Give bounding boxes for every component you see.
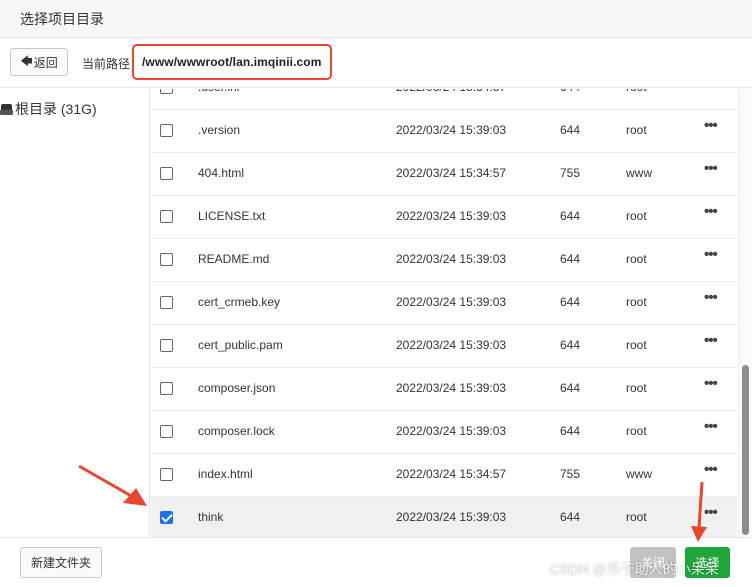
back-button[interactable]: 🡄 返回	[10, 48, 68, 76]
file-modified-time: 2022/03/24 15:34:57	[396, 467, 507, 481]
row-checkbox[interactable]	[160, 253, 173, 266]
file-row[interactable]: index.html 2022/03/24 15:34:57 755 www •••	[151, 454, 737, 497]
row-checkbox[interactable]	[160, 296, 173, 309]
file-row[interactable]: think 2022/03/24 15:39:03 644 root •••	[151, 497, 737, 537]
file-owner: root	[626, 252, 647, 266]
path-bar: 🡄 返回 当前路径： /www/wwwroot/lan.imqinii.com	[0, 38, 752, 88]
row-checkbox[interactable]	[160, 210, 173, 223]
file-modified-time: 2022/03/24 15:34:57	[396, 89, 506, 94]
path-display[interactable]: /www/wwwroot/lan.imqinii.com	[132, 44, 332, 80]
file-permission: 644	[560, 209, 581, 223]
file-modified-time: 2022/03/24 15:39:03	[396, 424, 507, 438]
dialog-titlebar: 选择项目目录	[0, 0, 752, 38]
arrow-left-icon: 🡄	[20, 53, 33, 68]
file-row[interactable]: composer.lock 2022/03/24 15:39:03 644 root •…	[151, 411, 737, 454]
scrollbar[interactable]	[738, 89, 752, 537]
file-row[interactable]: cert_crmeb.key 2022/03/24 15:39:03 644 root…	[151, 282, 737, 325]
file-name: cert_crmeb.key	[198, 295, 281, 309]
hard-drive-icon	[0, 103, 13, 115]
file-permission: 644	[560, 123, 581, 137]
more-options-icon[interactable]: •••	[704, 375, 718, 392]
file-name: 404.html	[198, 166, 245, 180]
file-name: index.html	[198, 467, 253, 481]
watermark: CSDN @乐于助人的小呆呆	[549, 561, 719, 577]
file-modified-time: 2022/03/24 15:39:03	[396, 510, 507, 524]
row-checkbox[interactable]	[160, 339, 173, 352]
file-name: composer.json	[198, 381, 276, 395]
file-owner: root	[626, 510, 647, 524]
file-permission: 644	[560, 252, 581, 266]
file-modified-time: 2022/03/24 15:39:03	[396, 123, 507, 137]
row-checkbox[interactable]	[160, 89, 173, 94]
sidebar-item-label: 根目录 (31G)	[15, 101, 97, 117]
file-modified-time: 2022/03/24 15:39:03	[396, 295, 507, 309]
file-row[interactable]: composer.json 2022/03/24 15:39:03 644 root •…	[151, 368, 737, 411]
more-options-icon[interactable]: •••	[704, 504, 718, 521]
file-modified-time: 2022/03/24 15:39:03	[396, 209, 507, 223]
more-options-icon[interactable]: •••	[704, 418, 718, 435]
sidebar: 根目录 (31G)	[0, 89, 150, 537]
more-options-icon[interactable]: •••	[704, 160, 718, 177]
back-button-label: 返回	[33, 55, 58, 70]
more-options-icon[interactable]: •••	[704, 246, 718, 263]
more-options-icon[interactable]: •••	[704, 203, 718, 220]
row-checkbox[interactable]	[160, 124, 173, 137]
path-value: /www/wwwroot/lan.imqinii.com	[142, 55, 322, 69]
file-row[interactable]: cert_public.pam 2022/03/24 15:39:03 644 roo…	[151, 325, 737, 368]
file-name: composer.lock	[198, 424, 275, 438]
file-permission: 644	[560, 424, 581, 438]
file-row[interactable]: 404.html 2022/03/24 15:34:57 755 www •••	[151, 153, 737, 196]
file-permission: 644	[560, 381, 581, 395]
file-row[interactable]: LICENSE.txt 2022/03/24 15:39:03 644 root •••	[151, 196, 737, 239]
file-owner: root	[626, 381, 647, 395]
file-owner: root	[626, 424, 647, 438]
more-options-icon[interactable]: •••	[704, 461, 718, 478]
file-permission: 644	[560, 510, 581, 524]
file-permission: 755	[560, 467, 581, 481]
more-options-icon[interactable]: •••	[704, 89, 718, 91]
row-checkbox[interactable]	[160, 511, 173, 524]
row-checkbox[interactable]	[160, 425, 173, 438]
file-modified-time: 2022/03/24 15:39:03	[396, 252, 507, 266]
file-row[interactable]: README.md 2022/03/24 15:39:03 644 root •••	[151, 239, 737, 282]
file-permission: 644	[560, 338, 581, 352]
file-name: README.md	[198, 252, 270, 266]
file-owner: root	[626, 209, 647, 223]
file-owner: www	[626, 166, 652, 180]
more-options-icon[interactable]: •••	[704, 289, 718, 306]
file-modified-time: 2022/03/24 15:34:57	[396, 166, 507, 180]
file-permission: 644	[560, 89, 580, 94]
file-row[interactable]: .version 2022/03/24 15:39:03 644 root •••	[151, 110, 737, 153]
row-checkbox[interactable]	[160, 382, 173, 395]
more-options-icon[interactable]: •••	[704, 117, 718, 134]
file-name: LICENSE.txt	[198, 209, 266, 223]
file-owner: root	[626, 123, 647, 137]
file-permission: 755	[560, 166, 581, 180]
row-checkbox[interactable]	[160, 167, 173, 180]
file-modified-time: 2022/03/24 15:39:03	[396, 381, 507, 395]
file-owner: root	[626, 295, 647, 309]
file-permission: 644	[560, 295, 581, 309]
scrollbar-thumb[interactable]	[742, 365, 749, 535]
dialog-title: 选择项目目录	[20, 11, 104, 27]
file-name: .user.ini	[198, 89, 239, 94]
file-list: .user.ini2022/03/24 15:34:57644root•••.v…	[151, 89, 737, 537]
file-name: cert_public.pam	[198, 338, 283, 352]
file-name: .version	[198, 123, 241, 137]
sidebar-item-root[interactable]: 根目录 (31G)	[0, 99, 97, 119]
file-row[interactable]: .user.ini 2022/03/24 15:34:57 644 root •••	[151, 89, 737, 110]
file-owner: root	[626, 338, 647, 352]
new-folder-button[interactable]: 新建文件夹	[20, 547, 102, 578]
file-owner: root	[626, 89, 647, 94]
file-modified-time: 2022/03/24 15:39:03	[396, 338, 507, 352]
row-checkbox[interactable]	[160, 468, 173, 481]
file-name: think	[198, 510, 224, 524]
more-options-icon[interactable]: •••	[704, 332, 718, 349]
file-owner: www	[626, 467, 652, 481]
